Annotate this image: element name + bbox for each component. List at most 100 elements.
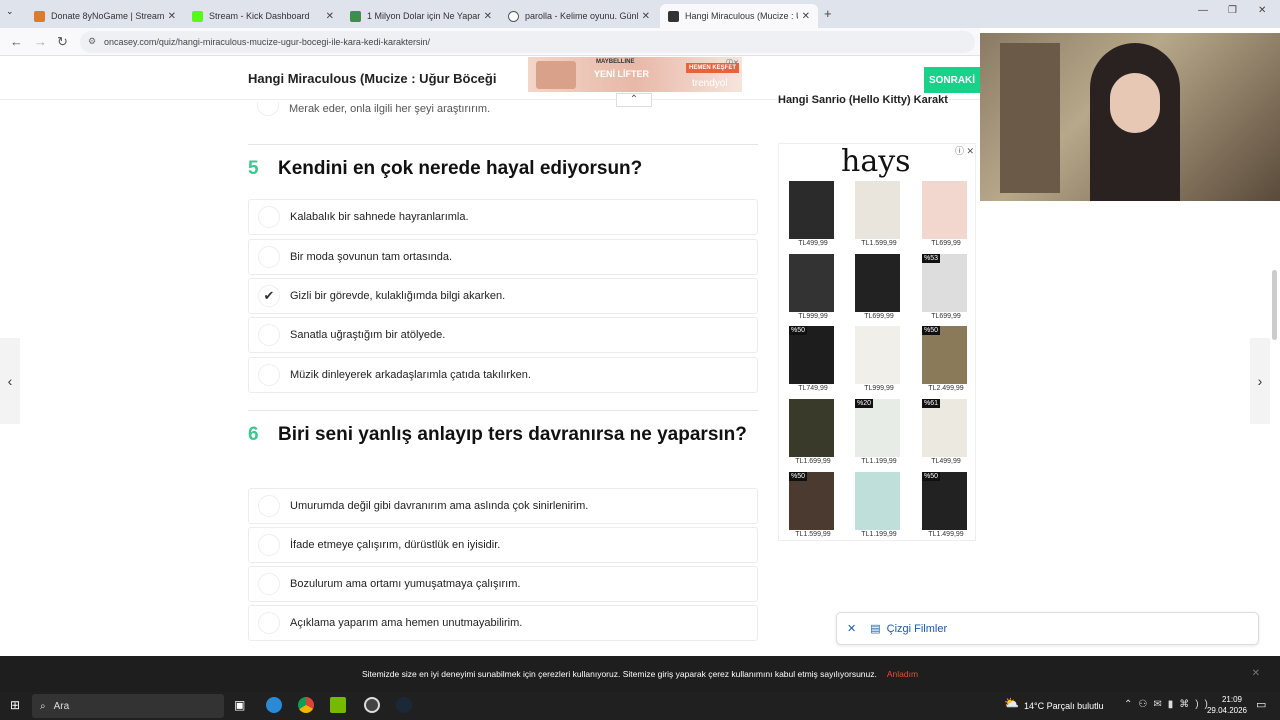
tab-favicon-icon [508,10,519,22]
chrome-icon[interactable] [298,697,314,713]
window-close-icon[interactable]: ✕ [1258,5,1266,16]
tab-parolla[interactable]: parolla - Kelime oyunu. Günlük...✕ [500,4,658,28]
product-card[interactable]: TL1.199,99 [855,472,903,538]
answer-option[interactable]: İfade etmeye çalışırım, dürüstlük en iyi… [248,527,758,563]
notification-icon[interactable]: ▭ [1256,698,1266,711]
radio-icon[interactable] [257,102,279,116]
nvidia-icon[interactable] [330,697,346,713]
system-tray-icons[interactable]: ⌃⚇✉▮⌘)) [1124,699,1214,710]
top-banner-ad[interactable]: MAYBELLINE YENİ LİFTER HEMEN KEŞFET tren… [528,57,742,92]
radio-icon[interactable] [258,206,280,228]
product-image[interactable]: %20 [855,399,900,457]
product-card[interactable]: TL1.599,99 [855,181,903,247]
close-icon[interactable]: ✕ [1252,668,1260,679]
answer-option[interactable]: Açıklama yaparım ama hemen unutmayabilir… [248,605,758,641]
product-image[interactable] [855,181,900,239]
tab-donate[interactable]: Donate 8yNoGame | Streamer ...✕ [26,4,184,28]
radio-icon[interactable] [258,246,280,268]
edge-icon[interactable] [266,697,282,713]
product-image[interactable]: %50 [922,472,967,530]
product-card[interactable]: TL999,99 [789,254,837,320]
answer-option-selected[interactable]: ✔ Gizli bir görevde, kulaklığımda bilgi a… [248,278,758,314]
product-image[interactable]: %61 [922,399,967,457]
product-card[interactable]: %50 TL1.599,99 [789,472,837,538]
product-image[interactable]: %50 [789,326,834,384]
product-price: TL999,99 [798,313,828,320]
new-tab-icon[interactable]: + [824,6,832,21]
answer-option[interactable]: Umurumda değil gibi davranırım ama aslın… [248,488,758,524]
tab-search-chevron-icon[interactable]: ⌄ [6,6,14,17]
next-button[interactable]: SONRAKİ [924,67,980,93]
close-icon[interactable]: ✕ [484,11,492,22]
product-card[interactable]: %61 TL499,99 [922,399,970,465]
related-category-bar[interactable]: ✕ ▤ Çizgi Filmler [836,612,1259,645]
check-icon[interactable]: ✔ [258,285,280,307]
product-card[interactable]: %50 TL749,99 [789,326,837,392]
minimize-icon[interactable]: — [1198,5,1208,16]
answer-option[interactable]: Sanatla uğraştığım bir atölyede. [248,317,758,353]
product-card[interactable]: TL699,99 [855,254,903,320]
tab-favicon-icon [34,10,45,22]
tab-kick[interactable]: Stream - Kick Dashboard ✕ [184,4,342,28]
product-image[interactable] [789,254,834,312]
product-card[interactable]: TL999,99 [855,326,903,392]
obs-icon[interactable] [364,697,380,713]
sidebar-related-heading[interactable]: Hangi Sanrio (Hello Kitty) Karakt [778,94,980,108]
ad-close-icon[interactable]: ⓘ ✕ [955,144,974,157]
close-icon[interactable]: ✕ [326,11,334,22]
radio-icon[interactable] [258,324,280,346]
side-ad[interactable]: hays ⓘ ✕ TL499,99 TL1.599,99 TL699,99 TL999… [778,143,976,541]
product-card[interactable]: TL1.699,99 [789,399,837,465]
product-card[interactable]: TL699,99 [922,181,970,247]
product-card[interactable]: TL499,99 [789,181,837,247]
tab-milyon[interactable]: 1 Milyon Dolar için Ne Yaparsın...✕ [342,4,500,28]
ad-close-icon[interactable]: ⓘ✕ [726,58,739,68]
cookie-banner: Sitemizde size en iyi deneyimi sunabilme… [0,656,1280,692]
answer-option[interactable]: Bozulurum ama ortamı yumuşatmaya çalışır… [248,566,758,602]
product-image[interactable] [789,181,834,239]
tab-strip: ⌄ Donate 8yNoGame | Streamer ...✕ Stream… [0,0,1280,28]
radio-icon[interactable] [258,364,280,386]
back-icon[interactable]: ← [10,34,23,49]
radio-icon[interactable] [258,495,280,517]
windows-start-icon[interactable]: ⊞ [10,698,20,712]
maximize-icon[interactable]: ❐ [1228,5,1237,16]
radio-icon[interactable] [258,573,280,595]
product-image[interactable] [855,326,900,384]
product-card[interactable]: %50 TL1.499,99 [922,472,970,538]
product-card[interactable]: %50 TL2.499,99 [922,326,970,392]
product-card[interactable]: %20 TL1.199,99 [855,399,903,465]
product-image[interactable] [855,254,900,312]
product-image[interactable]: %50 [789,472,834,530]
reload-icon[interactable]: ↻ [57,34,68,50]
close-icon[interactable]: ✕ [802,11,810,22]
scrollbar-thumb[interactable] [1272,270,1277,340]
steam-icon[interactable] [396,697,412,713]
product-image[interactable]: %53 [922,254,967,312]
tab-miraculous[interactable]: Hangi Miraculous (Mucize : Uğu...✕ [660,4,818,28]
answer-option[interactable]: Bir moda şovunun tam ortasında. [248,239,758,275]
taskbar-search[interactable]: ⌕ Ara [32,694,224,718]
next-arrow-icon[interactable]: › [1250,338,1270,424]
url-field[interactable]: ⚙ oncasey.com/quiz/hangi-miraculous-muci… [80,31,975,53]
answer-option[interactable]: Kalabalık bir sahnede hayranlarımla. [248,199,758,235]
prev-arrow-icon[interactable]: ‹ [0,338,20,424]
radio-icon[interactable] [258,534,280,556]
radio-icon[interactable] [258,612,280,634]
forward-icon[interactable]: → [34,34,47,49]
previous-option-partial[interactable]: Merak eder, onla ilgili her şeyi araştır… [248,100,758,118]
cookie-accept-link[interactable]: Anladım [887,669,918,679]
product-image[interactable] [855,472,900,530]
product-image[interactable]: %50 [922,326,967,384]
close-icon[interactable]: ✕ [642,11,650,22]
close-icon[interactable]: ✕ [847,622,856,635]
discount-badge: %50 [922,326,941,335]
task-view-icon[interactable]: ▣ [234,698,245,712]
product-image[interactable] [922,181,967,239]
close-icon[interactable]: ✕ [168,11,176,22]
product-card[interactable]: %53 TL699,99 [922,254,970,320]
product-image[interactable] [789,399,834,457]
answer-option[interactable]: Müzik dinleyerek arkadaşlarımla çatıda t… [248,357,758,393]
product-price: TL1.199,99 [861,458,897,465]
site-info-icon[interactable]: ⚙ [88,36,96,47]
